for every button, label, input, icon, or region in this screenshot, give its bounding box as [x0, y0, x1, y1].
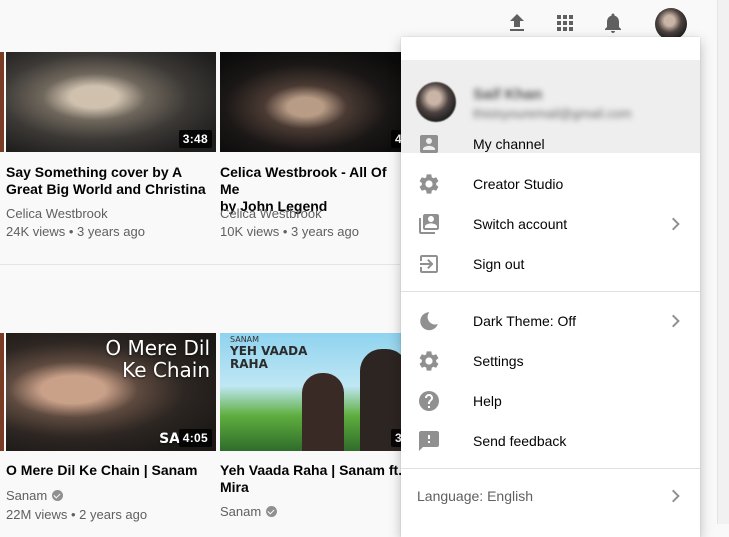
video-title[interactable]: Yeh Vaada Raha | Sanam ft. Mira — [220, 462, 405, 496]
menu-item-sign-out[interactable]: Sign out — [401, 244, 700, 284]
account-avatar — [416, 82, 456, 122]
menu-item-label: My channel — [473, 136, 545, 152]
scrollbar[interactable] — [717, 0, 729, 524]
chevron-right-icon — [664, 484, 688, 508]
video-meta: 10K views • 3 years ago — [220, 224, 359, 239]
person-box-icon — [417, 132, 441, 156]
thumbnail-caption-small: SANAM — [230, 335, 260, 344]
video-duration: 3:48 — [178, 130, 212, 148]
video-thumbnail[interactable]: 3:48 — [6, 52, 216, 152]
menu-item-label: Creator Studio — [473, 176, 564, 192]
chevron-right-icon — [664, 309, 688, 333]
thumbnail-caption: O Mere Dil Ke Chain — [105, 336, 210, 382]
video-duration: 4:05 — [178, 429, 212, 447]
video-thumbnail[interactable] — [0, 333, 4, 451]
video-title[interactable]: Say Something cover by A Great Big World … — [6, 164, 211, 198]
thumbnail-caption: YEH VAADA RAHA — [230, 344, 308, 371]
menu-item-label: Dark Theme: Off — [473, 313, 576, 329]
verified-check-icon — [52, 490, 64, 501]
switch-account-icon — [417, 212, 441, 236]
account-avatar[interactable] — [655, 8, 687, 40]
menu-item-language[interactable]: Language: English — [401, 476, 700, 516]
menu-item-label: Switch account — [473, 216, 568, 232]
video-meta: 22M views • 2 years ago — [6, 507, 148, 522]
account-email: thisisyouremail@gmail.com — [473, 106, 632, 121]
menu-item-label: Settings — [473, 353, 524, 369]
menu-item-creator-studio[interactable]: Creator Studio — [401, 164, 700, 204]
menu-item-label: Help — [473, 393, 502, 409]
help-icon — [417, 389, 441, 413]
menu-item-label: Send feedback — [473, 433, 567, 449]
menu-item-send-feedback[interactable]: Send feedback — [401, 421, 700, 461]
gear-icon — [417, 172, 441, 196]
menu-item-dark-theme[interactable]: Dark Theme: Off — [401, 301, 700, 341]
channel-name[interactable]: Sanam — [6, 488, 64, 503]
verified-check-icon — [266, 506, 278, 517]
video-meta: 24K views • 3 years ago — [6, 224, 145, 239]
thumbnail-figure — [302, 373, 344, 451]
moon-icon — [417, 309, 441, 333]
sign-out-icon — [417, 252, 441, 276]
apps-grid-icon[interactable] — [553, 11, 577, 35]
channel-logo-text: SA — [159, 431, 180, 447]
chevron-right-icon — [664, 212, 688, 236]
video-thumbnail[interactable]: SANAM YEH VAADA RAHA 3 — [220, 333, 410, 451]
upload-icon[interactable] — [505, 11, 529, 35]
menu-item-help[interactable]: Help — [401, 381, 700, 421]
bell-icon[interactable] — [601, 11, 625, 35]
video-thumbnail[interactable] — [0, 52, 4, 152]
menu-item-switch-account[interactable]: Switch account — [401, 204, 700, 244]
menu-item-settings[interactable]: Settings — [401, 341, 700, 381]
account-name: Saif Khan — [473, 86, 543, 103]
menu-item-my-channel[interactable]: My channel — [401, 124, 700, 164]
channel-name[interactable]: Celica Westbrook — [220, 206, 322, 221]
shelf-divider — [0, 264, 400, 265]
language-label: Language: English — [417, 488, 533, 504]
menu-divider — [401, 468, 700, 469]
menu-item-label: Sign out — [473, 256, 525, 272]
channel-name[interactable]: Sanam — [220, 504, 278, 519]
video-thumbnail[interactable]: 4 — [220, 52, 410, 152]
channel-name[interactable]: Celica Westbrook — [6, 206, 108, 221]
account-menu: Saif Khan thisisyouremail@gmail.com My c… — [401, 37, 700, 537]
feedback-icon — [417, 429, 441, 453]
gear-icon — [417, 349, 441, 373]
video-thumbnail[interactable]: O Mere Dil Ke Chain SA 4:05 — [6, 333, 216, 451]
menu-divider — [401, 291, 700, 292]
video-title[interactable]: O Mere Dil Ke Chain | Sanam — [6, 462, 211, 479]
